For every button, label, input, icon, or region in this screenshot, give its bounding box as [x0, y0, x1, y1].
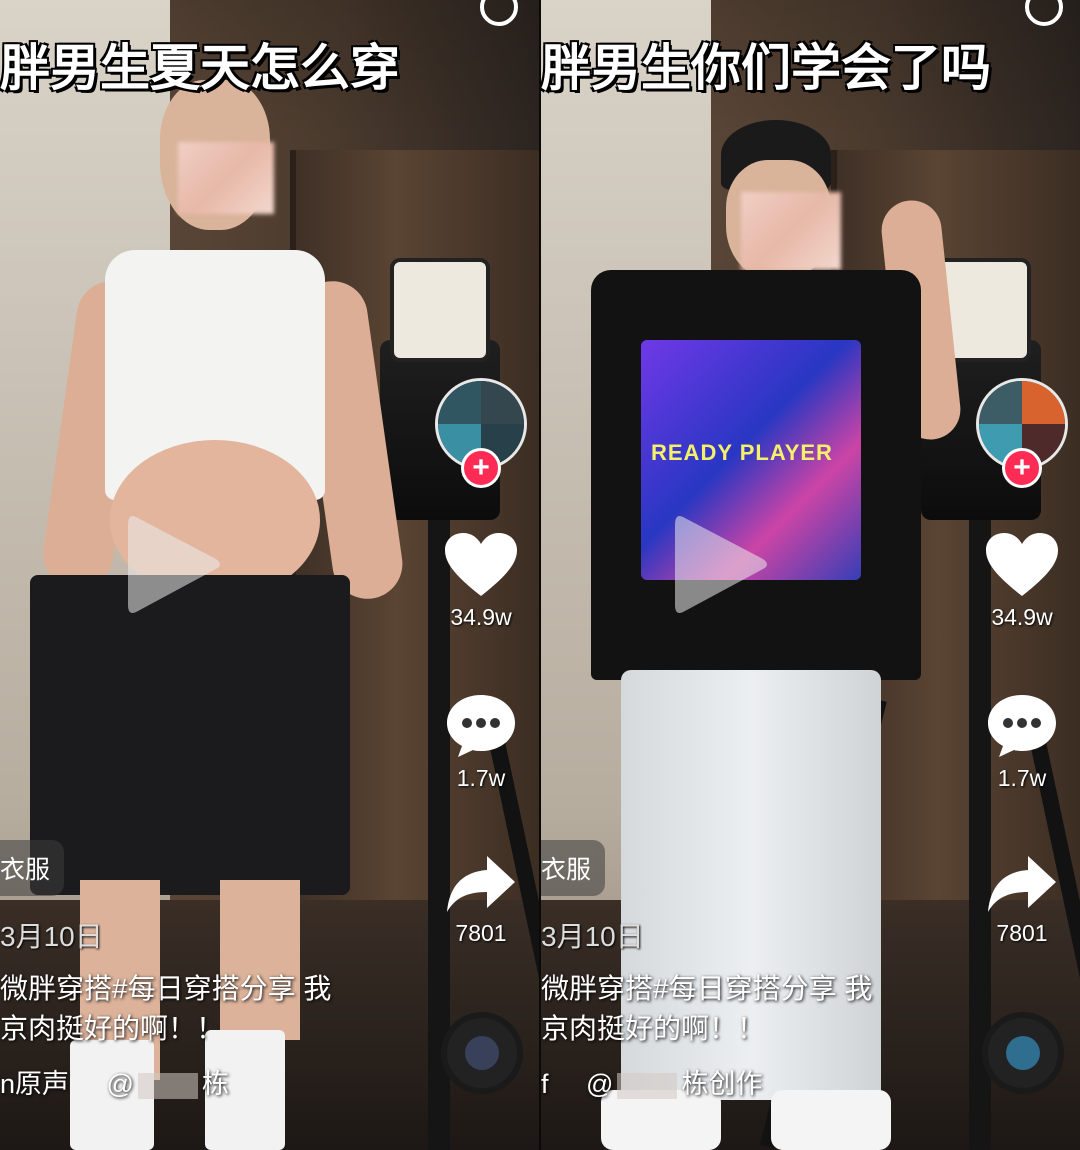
music-tag[interactable]: 衣服	[541, 840, 606, 896]
masked-username	[617, 1072, 678, 1099]
comment-button[interactable]: 1.7w	[986, 693, 1058, 792]
music-disc-icon[interactable]	[441, 1012, 523, 1094]
sound-at: @	[106, 1069, 134, 1099]
comment-button[interactable]: 1.7w	[445, 693, 517, 792]
comment-icon	[988, 695, 1056, 757]
sound-at: @	[586, 1069, 614, 1099]
sound-prefix: n原声	[0, 1069, 70, 1099]
caption-line-1: 微胖穿搭#每日穿搭分享 我	[0, 973, 332, 1004]
tee-graphic-text: READY PLAYER	[651, 440, 833, 465]
like-button[interactable]: 34.9w	[984, 532, 1060, 631]
post-date: 3月10日	[0, 921, 103, 952]
share-button[interactable]: 7801	[445, 854, 517, 947]
white-shoe	[771, 1090, 891, 1150]
sound-info[interactable]: f @ 栋创作	[541, 1062, 762, 1101]
disc-cover	[465, 1036, 499, 1070]
search-icon[interactable]	[480, 0, 518, 26]
caption-line-2: 京肉挺好的啊！！	[541, 1013, 766, 1044]
avatar-segment	[438, 381, 481, 424]
action-rail: + 34.9w 1.7w 7801	[972, 378, 1072, 947]
heart-icon	[445, 533, 517, 596]
video-title-overlay: 胖男生你们学会了吗	[541, 39, 991, 97]
like-count: 34.9w	[450, 604, 512, 630]
comment-count: 1.7w	[997, 765, 1047, 791]
mounted-phone	[390, 258, 490, 362]
video-title-overlay: 胖男生夏天怎么穿	[0, 39, 400, 97]
comment-count: 1.7w	[456, 765, 506, 791]
comment-icon	[447, 695, 515, 757]
avatar-segment	[979, 381, 1022, 424]
sound-suffix: 栋	[201, 1069, 229, 1099]
blurred-face	[178, 142, 274, 214]
video-feed-comparison: 胖男生夏天怎么穿 + 34.9w 1.7w 7801 衣服 3月10日 微胖穿搭…	[0, 0, 1080, 1150]
disc-cover	[1006, 1036, 1040, 1070]
like-button[interactable]: 34.9w	[443, 532, 519, 631]
music-disc-icon[interactable]	[982, 1012, 1064, 1094]
post-date: 3月10日	[541, 921, 644, 952]
music-tag[interactable]: 衣服	[0, 840, 65, 896]
blurred-face	[741, 192, 841, 270]
caption-line-2: 京肉挺好的啊！！	[0, 1013, 225, 1044]
follow-button[interactable]: +	[461, 448, 501, 488]
search-icon[interactable]	[1025, 0, 1063, 26]
sound-suffix: 栋创作	[681, 1069, 763, 1099]
action-rail: + 34.9w 1.7w 7801	[431, 378, 531, 947]
share-icon	[988, 856, 1056, 912]
sound-info[interactable]: n原声 @ 栋	[0, 1062, 229, 1101]
masked-username	[137, 1072, 198, 1099]
share-icon	[447, 856, 515, 912]
like-count: 34.9w	[991, 604, 1053, 630]
avatar-segment	[1022, 381, 1065, 424]
video-panel-right[interactable]: READY PLAYER 胖男生你们学会了吗 + 34.9w 1.7w 7801…	[541, 0, 1080, 1150]
caption-line-1: 微胖穿搭#每日穿搭分享 我	[541, 973, 873, 1004]
share-button[interactable]: 7801	[986, 854, 1058, 947]
heart-icon	[986, 533, 1058, 596]
share-count: 7801	[455, 920, 507, 946]
play-icon[interactable]	[665, 505, 775, 625]
video-panel-left[interactable]: 胖男生夏天怎么穿 + 34.9w 1.7w 7801 衣服 3月10日 微胖穿搭…	[0, 0, 541, 1150]
follow-button[interactable]: +	[1002, 448, 1042, 488]
sound-prefix: f	[541, 1069, 549, 1099]
play-icon[interactable]	[118, 505, 228, 625]
avatar-segment	[481, 381, 524, 424]
share-count: 7801	[996, 920, 1048, 946]
